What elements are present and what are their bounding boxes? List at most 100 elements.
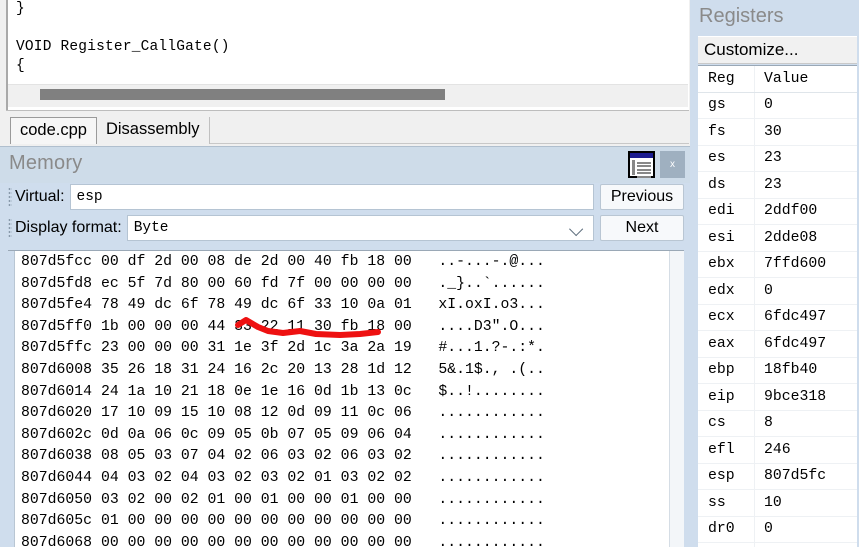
register-value: 6fdc497 bbox=[764, 309, 827, 326]
memory-row[interactable]: 807d6044 04 03 02 04 03 02 03 02 01 03 0… bbox=[15, 468, 669, 490]
memory-row[interactable]: 807d6020 17 10 09 15 10 08 12 0d 09 11 0… bbox=[15, 403, 669, 425]
chevron-down-icon[interactable] bbox=[569, 222, 584, 237]
register-row[interactable]: fs 30 bbox=[698, 119, 857, 146]
registers-panel: Registers Customize... Reg Value gs 0 fs 30… bbox=[690, 0, 859, 547]
customize-button[interactable]: Customize... bbox=[698, 36, 857, 64]
register-row[interactable]: dr10 bbox=[698, 543, 857, 547]
register-name: dr0 bbox=[698, 516, 755, 542]
memory-row-hex: 03 02 00 02 01 00 01 00 00 01 00 00 bbox=[100, 491, 412, 508]
register-row[interactable]: efl 246 bbox=[698, 437, 857, 464]
memory-hex-view[interactable]: 807d5fcc 00 df 2d 00 08 de 2d 00 40 fb 1… bbox=[8, 250, 684, 547]
register-row[interactable]: ds 23 bbox=[698, 172, 857, 199]
next-button[interactable]: Next bbox=[600, 215, 684, 241]
register-name: cs bbox=[698, 410, 755, 436]
display-format-label: Display format: bbox=[15, 219, 122, 236]
register-row[interactable]: esi 2dde08 bbox=[698, 225, 857, 252]
memory-row-ascii: ............ bbox=[438, 426, 545, 443]
memory-row-ascii: ............ bbox=[438, 469, 545, 486]
register-row[interactable]: cs 8 bbox=[698, 410, 857, 437]
register-value: 8 bbox=[764, 415, 773, 432]
tab-disassembly[interactable]: Disassembly bbox=[96, 117, 210, 144]
register-row[interactable]: ebp 18fb40 bbox=[698, 357, 857, 384]
register-row[interactable]: ss 10 bbox=[698, 490, 857, 517]
registers-panel-titlebar: Registers bbox=[690, 0, 859, 36]
register-name: gs bbox=[698, 92, 755, 118]
register-name: eip bbox=[698, 384, 755, 410]
register-value: 23 bbox=[764, 176, 782, 193]
register-name: efl bbox=[698, 437, 755, 463]
memory-row-hex: 78 49 dc 6f 78 49 dc 6f 33 10 0a 01 bbox=[100, 297, 412, 314]
memory-row-ascii: ..-...-.@... bbox=[438, 254, 545, 270]
register-name: es bbox=[698, 145, 755, 171]
register-value: 23 bbox=[764, 150, 782, 167]
register-value: 18fb40 bbox=[764, 362, 818, 379]
register-row[interactable]: edx 0 bbox=[698, 278, 857, 305]
display-format-row: Display format: Byte Next bbox=[0, 214, 690, 242]
code-editor-pane: } VOID Register_CallGate() { code.cpp Di… bbox=[0, 0, 690, 146]
memory-row[interactable]: 807d5fcc 00 df 2d 00 08 de 2d 00 40 fb 1… bbox=[15, 252, 669, 274]
virtual-address-input[interactable]: esp bbox=[69, 184, 594, 210]
memory-row-hex: 35 26 18 31 24 16 2c 20 13 28 1d 12 bbox=[100, 361, 412, 378]
memory-row[interactable]: 807d6068 00 00 00 00 00 00 00 00 00 00 0… bbox=[15, 533, 669, 547]
register-name: edx bbox=[698, 278, 755, 304]
memory-row-address: 807d6008 bbox=[21, 361, 93, 378]
window-grid-icon-line bbox=[637, 165, 651, 167]
close-icon[interactable]: x bbox=[660, 151, 685, 178]
memory-row-hex: 08 05 03 07 04 02 06 03 02 06 03 02 bbox=[100, 448, 412, 465]
code-horizontal-scrollbar[interactable] bbox=[8, 84, 688, 107]
register-value: 2dde08 bbox=[764, 229, 818, 246]
register-row[interactable]: eax 6fdc497 bbox=[698, 331, 857, 358]
memory-row-address: 807d6038 bbox=[21, 448, 93, 465]
memory-vertical-scrollbar[interactable] bbox=[669, 251, 684, 547]
register-row[interactable]: edi 2ddf00 bbox=[698, 198, 857, 225]
drag-grip-icon[interactable] bbox=[8, 218, 12, 238]
memory-row-hex: ec 5f 7d 80 00 60 fd 7f 00 00 00 00 bbox=[100, 275, 412, 292]
register-name: ds bbox=[698, 172, 755, 198]
display-format-select[interactable]: Byte bbox=[126, 215, 594, 241]
left-column: } VOID Register_CallGate() { code.cpp Di… bbox=[0, 0, 690, 547]
register-name: esi bbox=[698, 225, 755, 251]
memory-row-hex: 0d 0a 06 0c 09 05 0b 07 05 09 06 04 bbox=[100, 426, 412, 443]
register-row[interactable]: dr0 0 bbox=[698, 516, 857, 543]
register-value: 30 bbox=[764, 123, 782, 140]
tab-code-cpp[interactable]: code.cpp bbox=[10, 117, 97, 144]
memory-row[interactable]: 807d5ffc 23 00 00 00 31 1e 3f 2d 1c 3a 2… bbox=[15, 338, 669, 360]
memory-row-ascii: $..!........ bbox=[438, 383, 545, 400]
memory-row[interactable]: 807d6008 35 26 18 31 24 16 2c 20 13 28 1… bbox=[15, 360, 669, 382]
register-row[interactable]: es 23 bbox=[698, 145, 857, 172]
window-grid-icon-sidebar bbox=[632, 160, 635, 175]
memory-row-address: 807d6020 bbox=[21, 405, 93, 422]
memory-row-address: 807d6014 bbox=[21, 383, 93, 400]
memory-row-hex: 17 10 09 15 10 08 12 0d 09 11 0c 06 bbox=[100, 405, 412, 422]
memory-row[interactable]: 807d602c 0d 0a 06 0c 09 05 0b 07 05 09 0… bbox=[15, 425, 669, 447]
memory-row[interactable]: 807d605c 01 00 00 00 00 00 00 00 00 00 0… bbox=[15, 511, 669, 533]
window-grid-icon-line bbox=[637, 161, 651, 164]
virtual-label: Virtual: bbox=[15, 188, 65, 205]
memory-row-list: 807d5fcc 00 df 2d 00 08 de 2d 00 40 fb 1… bbox=[15, 251, 669, 547]
memory-row[interactable]: 807d5fe4 78 49 dc 6f 78 49 dc 6f 33 10 0… bbox=[15, 295, 669, 317]
memory-row[interactable]: 807d5ff0 1b 00 00 00 44 33 22 11 30 fb 1… bbox=[15, 317, 669, 339]
window-grid-icon[interactable] bbox=[628, 151, 655, 178]
registers-panel-title: Registers bbox=[699, 5, 784, 27]
drag-grip-icon[interactable] bbox=[8, 187, 12, 207]
register-name: dr1 bbox=[698, 543, 755, 547]
register-row[interactable]: gs 0 bbox=[698, 92, 857, 119]
memory-row-address: 807d5fcc bbox=[21, 254, 93, 270]
previous-button[interactable]: Previous bbox=[600, 184, 684, 210]
register-row[interactable]: eip 9bce318 bbox=[698, 384, 857, 411]
memory-row[interactable]: 807d6050 03 02 00 02 01 00 01 00 00 01 0… bbox=[15, 490, 669, 512]
memory-row[interactable]: 807d6014 24 1a 10 21 18 0e 1e 16 0d 1b 1… bbox=[15, 382, 669, 404]
register-row[interactable]: esp 807d5fc bbox=[698, 463, 857, 490]
register-name: eax bbox=[698, 331, 755, 357]
memory-row-ascii: ............ bbox=[438, 405, 545, 422]
registers-column-header-reg: Reg bbox=[698, 66, 755, 92]
memory-row-hex: 00 00 00 00 00 00 00 00 00 00 00 00 bbox=[100, 534, 412, 547]
memory-row[interactable]: 807d5fd8 ec 5f 7d 80 00 60 fd 7f 00 00 0… bbox=[15, 274, 669, 296]
memory-row[interactable]: 807d6038 08 05 03 07 04 02 06 03 02 06 0… bbox=[15, 446, 669, 468]
memory-row-address: 807d5ff0 bbox=[21, 318, 93, 335]
code-horizontal-scrollbar-thumb[interactable] bbox=[40, 89, 445, 100]
register-row[interactable]: ebx 7ffd600 bbox=[698, 251, 857, 278]
register-row[interactable]: ecx 6fdc497 bbox=[698, 304, 857, 331]
register-value: 246 bbox=[764, 441, 791, 458]
register-value: 2ddf00 bbox=[764, 203, 818, 220]
